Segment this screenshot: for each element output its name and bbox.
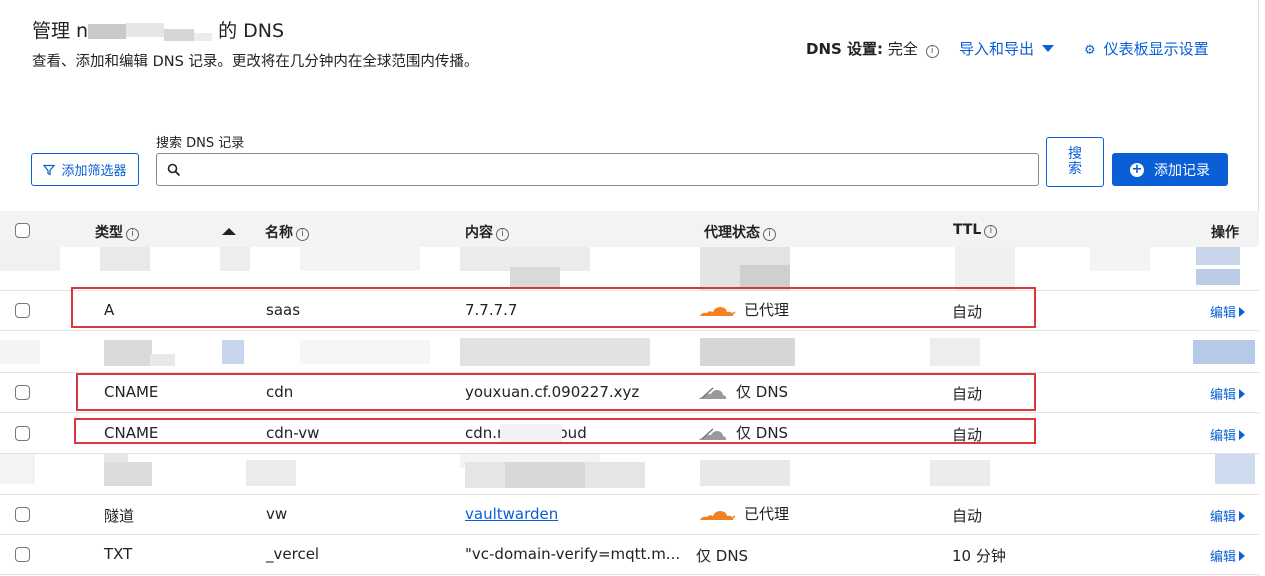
column-proxy-status[interactable]: 代理状态 i <box>704 222 776 242</box>
search-label: 搜索 DNS 记录 <box>156 136 245 151</box>
filter-icon <box>43 164 56 175</box>
record-ttl: 10 分钟 <box>952 547 1006 565</box>
select-all-checkbox[interactable] <box>15 223 30 238</box>
add-filter-button[interactable]: 添加筛选器 <box>31 153 139 186</box>
column-ttl[interactable]: TTL i <box>953 222 998 238</box>
column-content[interactable]: 内容 i <box>465 222 509 242</box>
chevron-right-icon <box>1239 389 1245 399</box>
column-name[interactable]: 名称 i <box>265 222 309 242</box>
redacted-row <box>0 332 1259 373</box>
record-ttl: 自动 <box>952 507 983 525</box>
info-icon[interactable]: i <box>496 228 509 241</box>
record-content: "vc-domain-verify=mqtt.m... <box>465 545 681 563</box>
row-checkbox[interactable] <box>15 426 30 441</box>
redacted-domain <box>88 21 218 43</box>
edit-button[interactable]: 编辑 <box>1210 384 1245 403</box>
page-title: 管理 n 的 DNS <box>32 20 285 43</box>
chevron-right-icon <box>1239 551 1245 561</box>
chevron-right-icon <box>1239 430 1245 440</box>
info-icon[interactable]: i <box>763 228 776 241</box>
highlight-box <box>76 373 1036 411</box>
record-type: TXT <box>104 545 133 563</box>
row-checkbox[interactable] <box>15 303 30 318</box>
dns-setting: DNS 设置: 完全 i <box>806 38 939 59</box>
edit-button[interactable]: 编辑 <box>1210 302 1245 321</box>
info-icon[interactable]: i <box>925 45 939 58</box>
info-icon[interactable]: i <box>296 228 309 241</box>
row-checkbox[interactable] <box>15 507 30 522</box>
row-checkbox[interactable] <box>15 385 30 400</box>
add-record-button[interactable]: + 添加记录 <box>1112 153 1228 186</box>
column-type[interactable]: 类型 i <box>95 222 139 242</box>
highlight-box <box>74 418 1036 444</box>
table-row: TXT _vercel "vc-domain-verify=mqtt.m... … <box>0 535 1259 575</box>
highlight-box <box>71 287 1036 328</box>
search-input[interactable] <box>156 153 1039 186</box>
import-export-dropdown[interactable]: 导入和导出 <box>959 38 1055 59</box>
search-icon <box>167 163 181 177</box>
proxy-status: 仅 DNS <box>696 547 749 565</box>
page-description: 查看、添加和编辑 DNS 记录。更改将在几分钟内在全球范围内传播。 <box>32 54 479 70</box>
record-type: 隧道 <box>104 507 135 525</box>
edit-button[interactable]: 编辑 <box>1210 425 1245 444</box>
proxy-status: 已代理 <box>698 503 789 524</box>
search-text-field[interactable] <box>189 158 1029 182</box>
edit-button[interactable]: 编辑 <box>1210 546 1245 565</box>
dashboard-settings-link[interactable]: ⚙ 仪表板显示设置 <box>1084 38 1209 59</box>
record-name: _vercel <box>266 545 320 563</box>
redacted-row <box>0 454 1259 495</box>
info-icon[interactable]: i <box>984 225 998 238</box>
redacted-row <box>0 247 1259 291</box>
edit-button[interactable]: 编辑 <box>1210 506 1245 525</box>
column-actions: 操作 <box>1211 225 1239 241</box>
proxied-cloud-icon <box>700 510 736 520</box>
table-row: 隧道 vw vaultwarden 已代理 自动 编辑 <box>0 495 1259 535</box>
plus-circle-icon: + <box>1130 161 1144 177</box>
record-name: vw <box>266 505 288 523</box>
tunnel-link[interactable]: vaultwarden <box>465 505 558 523</box>
row-checkbox[interactable] <box>15 547 30 562</box>
table-header: 类型 i 名称 i 内容 i 代理状态 i TTL i 操作 <box>0 211 1259 249</box>
chevron-right-icon <box>1239 307 1245 317</box>
sort-ascending-icon[interactable] <box>222 228 236 235</box>
search-button[interactable]: 搜索 <box>1046 137 1104 187</box>
gear-icon: ⚙ <box>1084 43 1096 58</box>
chevron-right-icon <box>1239 511 1245 521</box>
caret-down-icon <box>1042 45 1055 52</box>
info-icon[interactable]: i <box>126 228 139 241</box>
